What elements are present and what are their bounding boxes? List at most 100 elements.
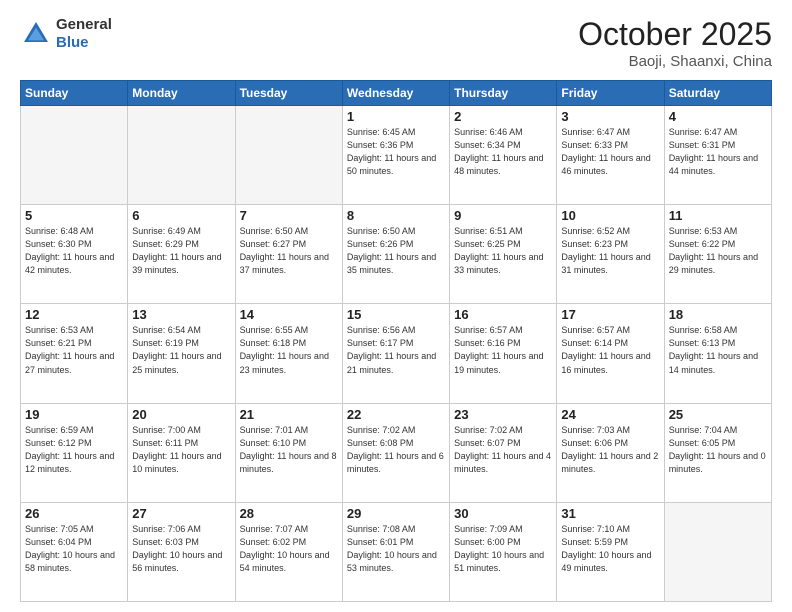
- calendar-week-2: 12 Sunrise: 6:53 AM Sunset: 6:21 PM Dayli…: [21, 304, 772, 403]
- day-info: Sunrise: 6:47 AM Sunset: 6:31 PM Dayligh…: [669, 126, 767, 178]
- col-tuesday: Tuesday: [235, 81, 342, 106]
- day-number: 23: [454, 407, 552, 422]
- day-info: Sunrise: 6:54 AM Sunset: 6:19 PM Dayligh…: [132, 324, 230, 376]
- day-number: 27: [132, 506, 230, 521]
- calendar-cell: 25Sunrise: 7:04 AM Sunset: 6:05 PM Dayli…: [664, 403, 771, 502]
- day-number: 30: [454, 506, 552, 521]
- logo-blue: Blue: [56, 34, 89, 51]
- calendar-cell: 30 Sunrise: 7:09 AM Sunset: 6:00 PM Dayli…: [450, 502, 557, 601]
- calendar-cell: 21 Sunrise: 7:01 AM Sunset: 6:10 PM Dayli…: [235, 403, 342, 502]
- day-info: Sunrise: 6:53 AM Sunset: 6:22 PM Dayligh…: [669, 225, 767, 277]
- day-number: 15: [347, 307, 445, 322]
- day-number: 17: [561, 307, 659, 322]
- calendar-header-row: Sunday Monday Tuesday Wednesday Thursday…: [21, 81, 772, 106]
- day-number: 6: [132, 208, 230, 223]
- calendar-week-4: 26Sunrise: 7:05 AM Sunset: 6:04 PM Dayli…: [21, 502, 772, 601]
- col-thursday: Thursday: [450, 81, 557, 106]
- day-number: 21: [240, 407, 338, 422]
- location: Baoji, Shaanxi, China: [578, 53, 772, 70]
- col-wednesday: Wednesday: [342, 81, 449, 106]
- day-number: 2: [454, 109, 552, 124]
- calendar-cell: 20 Sunrise: 7:00 AM Sunset: 6:11 PM Dayli…: [128, 403, 235, 502]
- day-number: 18: [669, 307, 767, 322]
- day-info: Sunrise: 6:49 AM Sunset: 6:29 PM Dayligh…: [132, 225, 230, 277]
- day-info: Sunrise: 7:04 AM Sunset: 6:05 PM Dayligh…: [669, 424, 767, 476]
- col-friday: Friday: [557, 81, 664, 106]
- day-info: Sunrise: 6:53 AM Sunset: 6:21 PM Dayligh…: [25, 324, 123, 376]
- day-info: Sunrise: 7:09 AM Sunset: 6:00 PM Dayligh…: [454, 523, 552, 575]
- calendar-cell: 26Sunrise: 7:05 AM Sunset: 6:04 PM Dayli…: [21, 502, 128, 601]
- day-number: 7: [240, 208, 338, 223]
- day-number: 14: [240, 307, 338, 322]
- calendar-cell: 2Sunrise: 6:46 AM Sunset: 6:34 PM Daylig…: [450, 106, 557, 205]
- day-info: Sunrise: 7:00 AM Sunset: 6:11 PM Dayligh…: [132, 424, 230, 476]
- calendar-cell: 1 Sunrise: 6:45 AM Sunset: 6:36 PM Daylig…: [342, 106, 449, 205]
- calendar-cell: 9Sunrise: 6:51 AM Sunset: 6:25 PM Daylig…: [450, 205, 557, 304]
- day-info: Sunrise: 6:50 AM Sunset: 6:27 PM Dayligh…: [240, 225, 338, 277]
- calendar-cell: 22 Sunrise: 7:02 AM Sunset: 6:08 PM Dayli…: [342, 403, 449, 502]
- calendar-cell: [21, 106, 128, 205]
- calendar-cell: 8Sunrise: 6:50 AM Sunset: 6:26 PM Daylig…: [342, 205, 449, 304]
- calendar-cell: 6 Sunrise: 6:49 AM Sunset: 6:29 PM Daylig…: [128, 205, 235, 304]
- col-sunday: Sunday: [21, 81, 128, 106]
- logo-text: General Blue: [56, 16, 112, 52]
- day-number: 3: [561, 109, 659, 124]
- day-info: Sunrise: 7:05 AM Sunset: 6:04 PM Dayligh…: [25, 523, 123, 575]
- col-monday: Monday: [128, 81, 235, 106]
- day-number: 20: [132, 407, 230, 422]
- calendar-cell: 19 Sunrise: 6:59 AM Sunset: 6:12 PM Dayli…: [21, 403, 128, 502]
- day-number: 10: [561, 208, 659, 223]
- calendar-cell: 31Sunrise: 7:10 AM Sunset: 5:59 PM Dayli…: [557, 502, 664, 601]
- day-info: Sunrise: 7:02 AM Sunset: 6:08 PM Dayligh…: [347, 424, 445, 476]
- col-saturday: Saturday: [664, 81, 771, 106]
- day-info: Sunrise: 7:08 AM Sunset: 6:01 PM Dayligh…: [347, 523, 445, 575]
- calendar-cell: 5 Sunrise: 6:48 AM Sunset: 6:30 PM Daylig…: [21, 205, 128, 304]
- day-info: Sunrise: 7:07 AM Sunset: 6:02 PM Dayligh…: [240, 523, 338, 575]
- day-info: Sunrise: 6:47 AM Sunset: 6:33 PM Dayligh…: [561, 126, 659, 178]
- title-block: October 2025 Baoji, Shaanxi, China: [578, 16, 772, 70]
- calendar-cell: 16 Sunrise: 6:57 AM Sunset: 6:16 PM Dayli…: [450, 304, 557, 403]
- day-number: 31: [561, 506, 659, 521]
- day-info: Sunrise: 6:57 AM Sunset: 6:16 PM Dayligh…: [454, 324, 552, 376]
- day-number: 9: [454, 208, 552, 223]
- day-number: 16: [454, 307, 552, 322]
- calendar-cell: 12 Sunrise: 6:53 AM Sunset: 6:21 PM Dayli…: [21, 304, 128, 403]
- calendar-cell: 29 Sunrise: 7:08 AM Sunset: 6:01 PM Dayli…: [342, 502, 449, 601]
- calendar-cell: 13Sunrise: 6:54 AM Sunset: 6:19 PM Dayli…: [128, 304, 235, 403]
- calendar-cell: 11 Sunrise: 6:53 AM Sunset: 6:22 PM Dayli…: [664, 205, 771, 304]
- logo-icon: [20, 18, 52, 50]
- day-info: Sunrise: 6:45 AM Sunset: 6:36 PM Dayligh…: [347, 126, 445, 178]
- day-number: 8: [347, 208, 445, 223]
- calendar-week-0: 1 Sunrise: 6:45 AM Sunset: 6:36 PM Daylig…: [21, 106, 772, 205]
- day-number: 5: [25, 208, 123, 223]
- calendar-cell: 17 Sunrise: 6:57 AM Sunset: 6:14 PM Dayli…: [557, 304, 664, 403]
- day-number: 1: [347, 109, 445, 124]
- calendar-cell: [235, 106, 342, 205]
- day-number: 28: [240, 506, 338, 521]
- day-info: Sunrise: 6:58 AM Sunset: 6:13 PM Dayligh…: [669, 324, 767, 376]
- day-info: Sunrise: 6:56 AM Sunset: 6:17 PM Dayligh…: [347, 324, 445, 376]
- calendar-cell: 18 Sunrise: 6:58 AM Sunset: 6:13 PM Dayli…: [664, 304, 771, 403]
- day-info: Sunrise: 6:59 AM Sunset: 6:12 PM Dayligh…: [25, 424, 123, 476]
- day-number: 22: [347, 407, 445, 422]
- day-number: 11: [669, 208, 767, 223]
- calendar-cell: 28 Sunrise: 7:07 AM Sunset: 6:02 PM Dayli…: [235, 502, 342, 601]
- day-info: Sunrise: 6:55 AM Sunset: 6:18 PM Dayligh…: [240, 324, 338, 376]
- calendar-cell: 24 Sunrise: 7:03 AM Sunset: 6:06 PM Dayli…: [557, 403, 664, 502]
- calendar-cell: [128, 106, 235, 205]
- day-number: 29: [347, 506, 445, 521]
- calendar-cell: 23Sunrise: 7:02 AM Sunset: 6:07 PM Dayli…: [450, 403, 557, 502]
- day-info: Sunrise: 6:48 AM Sunset: 6:30 PM Dayligh…: [25, 225, 123, 277]
- calendar-week-1: 5 Sunrise: 6:48 AM Sunset: 6:30 PM Daylig…: [21, 205, 772, 304]
- calendar-cell: 27Sunrise: 7:06 AM Sunset: 6:03 PM Dayli…: [128, 502, 235, 601]
- day-number: 4: [669, 109, 767, 124]
- calendar-cell: 15 Sunrise: 6:56 AM Sunset: 6:17 PM Dayli…: [342, 304, 449, 403]
- logo: General Blue: [20, 16, 112, 52]
- day-info: Sunrise: 7:03 AM Sunset: 6:06 PM Dayligh…: [561, 424, 659, 476]
- day-number: 24: [561, 407, 659, 422]
- day-info: Sunrise: 6:57 AM Sunset: 6:14 PM Dayligh…: [561, 324, 659, 376]
- day-number: 19: [25, 407, 123, 422]
- day-info: Sunrise: 7:01 AM Sunset: 6:10 PM Dayligh…: [240, 424, 338, 476]
- calendar-cell: 7 Sunrise: 6:50 AM Sunset: 6:27 PM Daylig…: [235, 205, 342, 304]
- day-number: 12: [25, 307, 123, 322]
